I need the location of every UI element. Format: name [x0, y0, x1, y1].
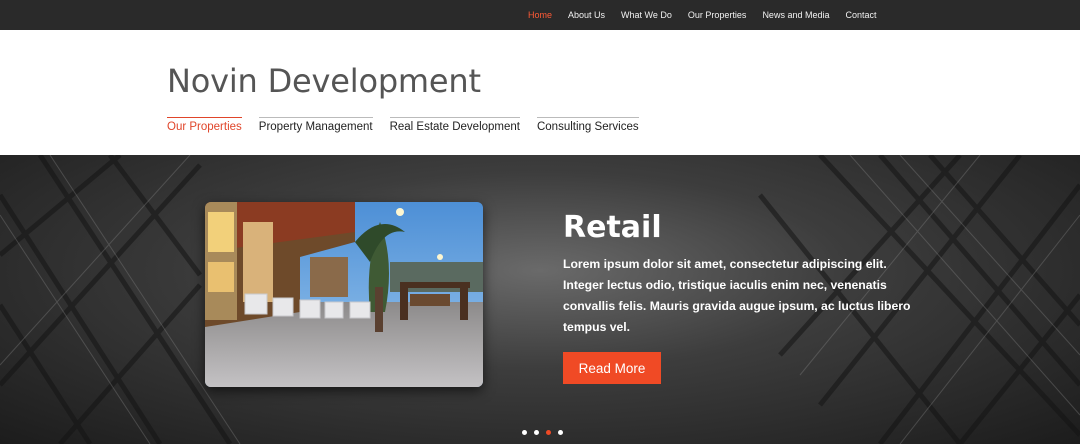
- topnav-item-our-properties[interactable]: Our Properties: [688, 10, 747, 20]
- subnav-item-real-estate-development[interactable]: Real Estate Development: [389, 117, 520, 133]
- slide-description: Lorem ipsum dolor sit amet, consectetur …: [563, 257, 911, 334]
- site-header: Novin Development Our Properties Propert…: [0, 30, 1080, 155]
- slider-dot-4[interactable]: [558, 430, 563, 435]
- retail-terrace-image: [205, 202, 483, 387]
- topnav-item-about-us[interactable]: About Us: [568, 10, 605, 20]
- slide-title: Retail: [563, 210, 662, 245]
- topnav-item-what-we-do[interactable]: What We Do: [621, 10, 672, 20]
- slider-dot-3[interactable]: [546, 430, 551, 435]
- topnav-item-home[interactable]: Home: [528, 10, 552, 20]
- slider-dot-2[interactable]: [534, 430, 539, 435]
- retail-photo: [205, 202, 483, 387]
- subnav-item-consulting-services[interactable]: Consulting Services: [536, 117, 639, 133]
- subnav-item-our-properties[interactable]: Our Properties: [167, 117, 242, 133]
- sub-navigation: Our Properties Property Management Real …: [167, 117, 656, 133]
- topnav-item-contact[interactable]: Contact: [845, 10, 876, 20]
- read-more-button[interactable]: Read More: [563, 352, 661, 384]
- building-background-image: [0, 155, 1080, 444]
- slider-dot-1[interactable]: [522, 430, 527, 435]
- hero-slider: Retail Lorem ipsum dolor sit amet, conse…: [0, 155, 1080, 444]
- top-navigation: Home About Us What We Do Our Properties …: [520, 0, 885, 30]
- site-title[interactable]: Novin Development: [167, 62, 481, 100]
- slider-pagination: [522, 430, 570, 435]
- subnav-item-property-management[interactable]: Property Management: [258, 117, 373, 133]
- topnav-item-news-and-media[interactable]: News and Media: [762, 10, 829, 20]
- top-bar: Home About Us What We Do Our Properties …: [0, 0, 1080, 30]
